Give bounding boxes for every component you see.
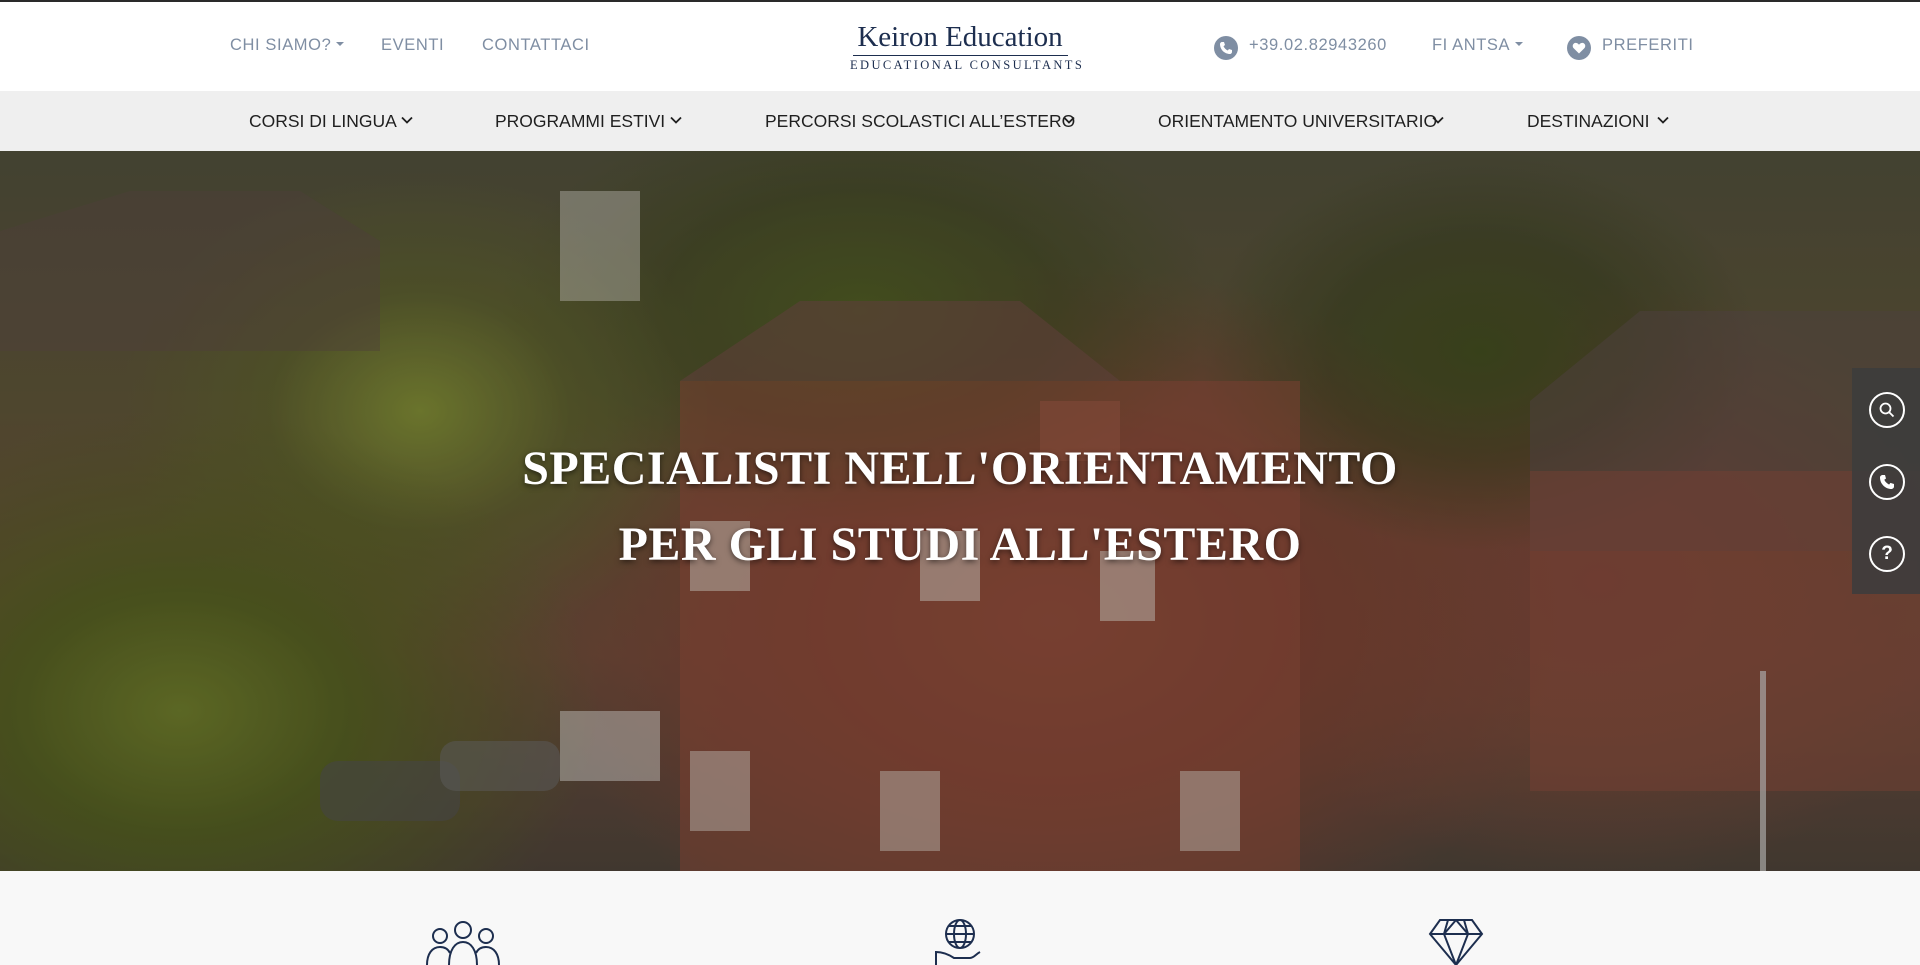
search-button[interactable] [1869, 392, 1905, 428]
brand-logo[interactable]: Keiron Education EDUCATIONAL CONSULTANTS [850, 21, 1085, 73]
nav-destinazioni[interactable]: DESTINAZIONI [1527, 111, 1650, 132]
nav-orientamento-universitario[interactable]: ORIENTAMENTO UNIVERSITARIO [1158, 111, 1437, 132]
logo-divider [852, 55, 1068, 56]
logo-subtitle: EDUCATIONAL CONSULTANTS [850, 58, 1085, 72]
main-navigation: CORSI DI LINGUA PROGRAMMI ESTIVI PERCORS… [0, 91, 1920, 151]
chi-siamo-label: CHI SIAMO? [230, 36, 332, 54]
chi-siamo-dropdown[interactable]: CHI SIAMO? [230, 36, 345, 55]
chevron-down-icon[interactable] [1656, 113, 1670, 127]
phone-icon [1214, 36, 1238, 60]
team-people-icon [426, 921, 500, 965]
fi-antsa-dropdown[interactable]: FI ANTSA [1432, 36, 1524, 55]
chevron-down-icon[interactable] [1062, 113, 1076, 127]
hero-title-line-2: PER GLI STUDI ALL'ESTERO [618, 518, 1302, 571]
logo-title: Keiron Education [857, 21, 1063, 53]
nav-corsi-di-lingua[interactable]: CORSI DI LINGUA [249, 111, 397, 132]
contattaci-link[interactable]: CONTATTACI [482, 36, 590, 55]
globe-hand-icon [935, 919, 981, 965]
fi-antsa-label: FI ANTSA [1432, 36, 1511, 54]
hero-title: SPECIALISTI NELL'ORIENTAMENTO PER GLI ST… [460, 431, 1460, 583]
top-header: CHI SIAMO? EVENTI CONTATTACI Keiron Educ… [0, 2, 1920, 91]
floating-tool-panel: ? [1852, 368, 1920, 594]
caret-down-icon [1515, 42, 1524, 47]
caret-down-icon [336, 42, 345, 47]
phone-button[interactable] [1869, 464, 1905, 500]
chevron-down-icon[interactable] [400, 113, 414, 127]
phone-icon [1880, 475, 1894, 489]
hero-title-line-1: SPECIALISTI NELL'ORIENTAMENTO [522, 442, 1398, 495]
nav-programmi-estivi[interactable]: PROGRAMMI ESTIVI [495, 111, 665, 132]
diamond-icon [1428, 919, 1484, 965]
nav-percorsi-scolastici[interactable]: PERCORSI SCOLASTICI ALL’ESTERO [765, 111, 1075, 132]
help-button[interactable]: ? [1869, 536, 1905, 572]
eventi-link[interactable]: EVENTI [381, 36, 444, 55]
heart-icon [1567, 36, 1591, 60]
preferiti-link[interactable]: PREFERITI [1602, 36, 1694, 55]
phone-number-link[interactable]: +39.02.82943260 [1249, 36, 1387, 55]
chevron-down-icon[interactable] [1431, 113, 1445, 127]
chevron-down-icon[interactable] [669, 113, 683, 127]
search-icon [1879, 402, 1895, 418]
help-icon: ? [1881, 543, 1893, 564]
hero-banner: SPECIALISTI NELL'ORIENTAMENTO PER GLI ST… [0, 151, 1920, 871]
